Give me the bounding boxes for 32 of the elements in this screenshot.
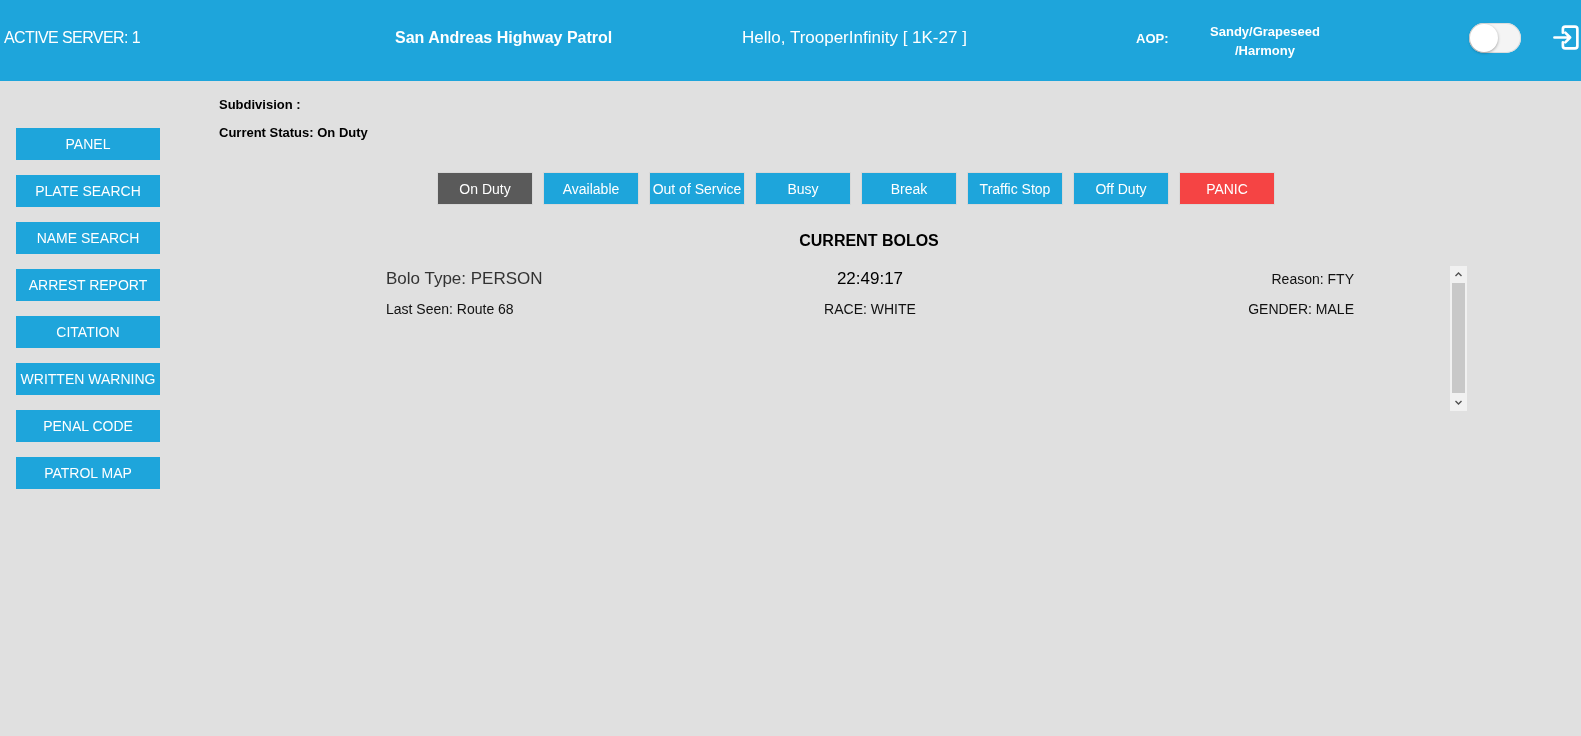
greeting-text: Hello, TrooperInfinity [ 1K-27 ] [742, 27, 967, 47]
current-status-text: Current Status: On Duty [219, 125, 369, 141]
bolo-time: 22:49:17 [836, 269, 904, 289]
status-button[interactable]: Break [861, 172, 957, 205]
bolo-gender: GENDER: MALE [1248, 301, 1354, 318]
nav-button[interactable]: PANEL [16, 128, 160, 160]
subdivision-label: Subdivision : [219, 97, 302, 113]
toggle-switch[interactable] [1469, 22, 1521, 53]
nav-button[interactable]: CITATION [16, 316, 160, 348]
bolo-last-seen: Last Seen: Route 68 [386, 301, 514, 318]
aop-value: Sandy/Grapeseed /Harmony [1210, 23, 1320, 60]
nav-button[interactable]: PENAL CODE [16, 410, 160, 442]
server-label: ACTIVE SERVER: 1 [4, 28, 140, 46]
status-button[interactable]: On Duty [437, 172, 533, 205]
agency-title: San Andreas Highway Patrol [395, 28, 613, 46]
bolo-reason: Reason: FTY [1271, 270, 1354, 289]
status-button[interactable]: Traffic Stop [967, 172, 1063, 205]
logout-icon[interactable] [1552, 23, 1581, 52]
section-title: CURRENT BOLOS [798, 231, 940, 251]
nav-button[interactable]: NAME SEARCH [16, 222, 160, 254]
nav-button[interactable]: PLATE SEARCH [16, 175, 160, 207]
aop-label: AOP: [1136, 30, 1169, 46]
status-button[interactable]: Off Duty [1073, 172, 1169, 205]
status-button[interactable]: Busy [755, 172, 851, 205]
panic-button[interactable]: PANIC [1179, 172, 1275, 205]
status-button[interactable]: Available [543, 172, 639, 205]
nav-button[interactable]: PATROL MAP [16, 457, 160, 489]
status-button[interactable]: Out of Service [649, 172, 745, 205]
nav-button[interactable]: WRITTEN WARNING [16, 363, 160, 395]
nav-button[interactable]: ARREST REPORT [16, 269, 160, 301]
bolo-race: RACE: WHITE [824, 301, 916, 318]
bolo-type: Bolo Type: PERSON [386, 269, 543, 289]
